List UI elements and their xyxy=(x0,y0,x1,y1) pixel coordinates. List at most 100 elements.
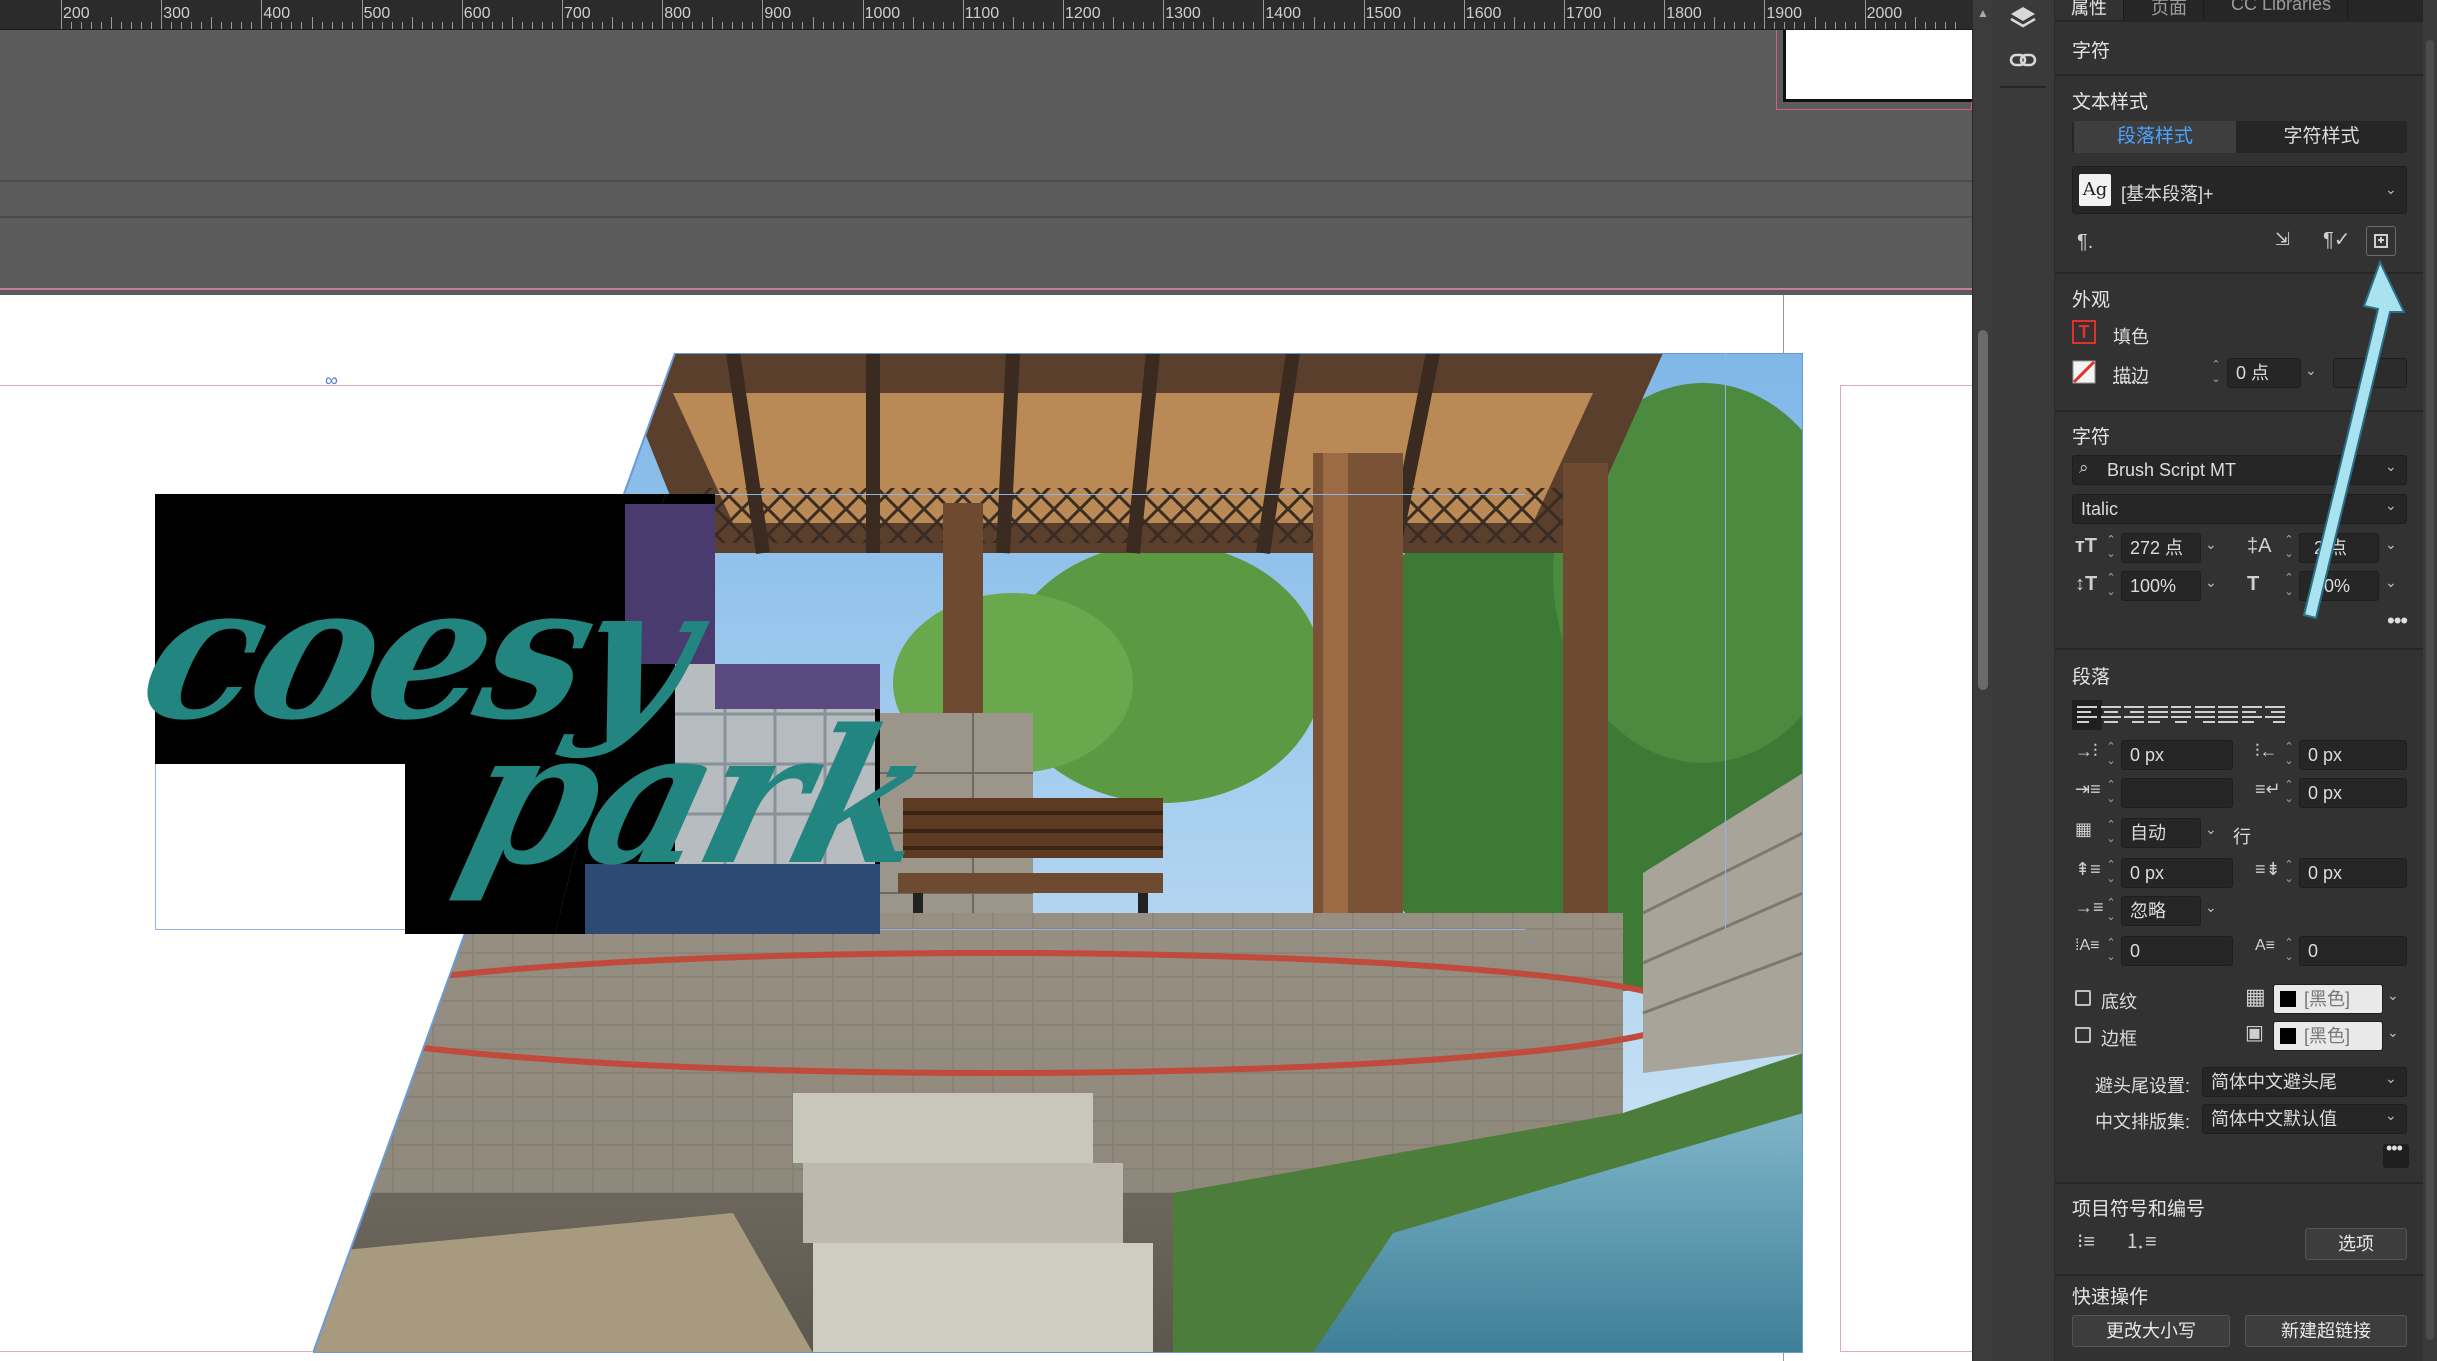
chevron-down-icon[interactable]: ⌄ xyxy=(2205,536,2217,553)
space-before-field[interactable]: 0 px xyxy=(2121,858,2233,888)
character-style-tab[interactable]: 字符样式 xyxy=(2238,121,2405,153)
ruler-minor-tick xyxy=(1754,22,1756,29)
bullets-options-button[interactable]: 选项 xyxy=(2305,1228,2407,1260)
canvas-vertical-scrollbar[interactable]: ▲ xyxy=(1972,0,1992,1361)
scroll-up-arrow-icon[interactable]: ▲ xyxy=(1977,6,1989,20)
vertical-scale-stepper[interactable]: ⌃ ⌄ xyxy=(2103,571,2119,601)
font-size-field[interactable]: 272 点 xyxy=(2121,533,2201,563)
ruler-minor-tick xyxy=(341,22,343,29)
align-away-spine-icon[interactable] xyxy=(2260,700,2290,730)
change-case-button[interactable]: 更改大小写 xyxy=(2072,1315,2230,1347)
shading-checkbox[interactable] xyxy=(2075,990,2091,1006)
redefine-style-icon[interactable]: ¶✓ xyxy=(2323,230,2351,250)
title-text-frame[interactable]: coesy park xyxy=(123,543,948,906)
drop-cap-lines-field[interactable]: 0 xyxy=(2121,936,2233,966)
chevron-down-icon[interactable]: ⌄ xyxy=(2205,821,2217,838)
last-line-indent-field[interactable]: 0 px xyxy=(2299,778,2407,808)
ruler-minor-tick xyxy=(1213,17,1215,29)
align-grid-field[interactable]: 忽略 xyxy=(2121,896,2201,926)
link-icon[interactable]: ∞ xyxy=(325,370,338,391)
mojikumi-field[interactable]: 简体中文默认值 xyxy=(2202,1104,2407,1134)
ruler-minor-tick xyxy=(251,22,253,29)
ruler-tick xyxy=(261,0,263,29)
ruler-minor-tick xyxy=(842,22,844,29)
drop-cap-lines-stepper[interactable]: ⌃ ⌄ xyxy=(2103,936,2119,966)
paragraph-more-button[interactable]: ••• xyxy=(2383,1138,2409,1168)
vertical-scale-field[interactable]: 100% xyxy=(2121,571,2201,601)
first-line-indent-field[interactable] xyxy=(2121,778,2233,808)
align-to-grid-icon: →≡ xyxy=(2075,897,2104,917)
grid-field[interactable]: 自动 xyxy=(2121,818,2201,848)
ruler-tick xyxy=(862,0,864,29)
chevron-down-icon[interactable]: ⌄ xyxy=(2387,987,2399,1004)
border-settings-icon[interactable]: ▣ xyxy=(2245,1023,2264,1043)
ruler-minor-tick xyxy=(1523,22,1525,29)
grid-stepper[interactable]: ⌃ ⌄ xyxy=(2103,818,2119,848)
chevron-down-icon[interactable]: ⌄ xyxy=(2205,899,2217,916)
first-line-indent-stepper[interactable]: ⌃ ⌄ xyxy=(2103,778,2119,808)
right-indent-field[interactable]: 0 px xyxy=(2299,740,2407,770)
font-size-stepper[interactable]: ⌃ ⌄ xyxy=(2103,533,2119,563)
ruler-tick xyxy=(1363,0,1365,29)
space-after-stepper[interactable]: ⌃ ⌄ xyxy=(2281,858,2297,888)
ruler-minor-tick xyxy=(992,22,994,29)
ruler-tick xyxy=(161,0,163,29)
ruler-minor-tick xyxy=(1203,22,1205,29)
ruler-tick xyxy=(61,0,62,29)
tab-properties[interactable]: 属性 xyxy=(2055,0,2124,20)
border-checkbox[interactable] xyxy=(2075,1027,2091,1043)
align-grid-stepper[interactable]: ⌃ ⌄ xyxy=(2103,896,2119,926)
shading-settings-icon[interactable]: ▦ xyxy=(2245,986,2266,1008)
last-line-indent-stepper[interactable]: ⌃ ⌄ xyxy=(2281,778,2297,808)
sync-style-icon[interactable]: ⇲ xyxy=(2275,230,2290,248)
right-indent-stepper[interactable]: ⌃ ⌄ xyxy=(2281,740,2297,770)
paragraph-style-tab[interactable]: 段落样式 xyxy=(2074,121,2236,153)
tab-pages[interactable]: 页面 xyxy=(2135,0,2204,20)
style-dropdown-value: [基本段落]+ xyxy=(2121,184,2214,204)
style-dropdown[interactable]: Ag [基本段落]+ ⌄ xyxy=(2072,166,2407,214)
new-hyperlink-button[interactable]: 新建超链接 xyxy=(2245,1315,2407,1347)
ruler-minor-tick xyxy=(822,22,824,29)
ruler-minor-tick xyxy=(902,22,904,29)
scrollbar-thumb[interactable] xyxy=(1978,330,1988,690)
next-page-margin-top xyxy=(1840,385,1972,386)
space-before-stepper[interactable]: ⌃ ⌄ xyxy=(2103,858,2119,888)
links-icon[interactable] xyxy=(2009,46,2037,74)
drop-cap-chars-stepper[interactable]: ⌃ ⌄ xyxy=(2281,936,2297,966)
ruler-minor-tick xyxy=(1022,22,1024,29)
stroke-label[interactable]: 描边 xyxy=(2113,362,2149,388)
ruler-minor-tick xyxy=(872,22,874,29)
tab-cc-libraries[interactable]: CC Libraries xyxy=(2215,0,2349,20)
chevron-down-icon[interactable]: ⌄ xyxy=(2387,1024,2399,1041)
ruler-minor-tick xyxy=(1253,22,1255,29)
ruler-label: 1800 xyxy=(1666,5,1702,22)
layers-icon[interactable] xyxy=(2009,4,2037,32)
bulleted-list-icon[interactable]: ⁝≡ xyxy=(2077,1232,2095,1252)
ruler-minor-tick xyxy=(932,22,934,29)
left-indent-field[interactable]: 0 px xyxy=(2121,740,2233,770)
ruler-minor-tick xyxy=(81,22,83,29)
paragraph-heading: 段落 xyxy=(2072,667,2111,688)
panel-scrollbar-thumb[interactable] xyxy=(2426,40,2434,1340)
search-icon[interactable]: ⌕ xyxy=(2079,459,2089,476)
panel-scrollbar[interactable] xyxy=(2423,0,2437,1361)
drop-cap-chars-field[interactable]: 0 xyxy=(2299,936,2407,966)
ruler-minor-tick xyxy=(1574,22,1576,29)
fill-swatch-icon[interactable]: T xyxy=(2072,320,2096,344)
left-indent-stepper[interactable]: ⌃ ⌄ xyxy=(2103,740,2119,770)
ruler-minor-tick xyxy=(1113,17,1115,29)
numbered-list-icon[interactable]: ⒈≡ xyxy=(2125,1232,2157,1252)
stroke-weight-stepper[interactable]: ⌃ ⌄ xyxy=(2208,358,2224,388)
chevron-down-icon[interactable]: ⌄ xyxy=(2385,1070,2397,1087)
stroke-swatch-icon[interactable] xyxy=(2072,360,2096,384)
clear-overrides-icon[interactable]: ¶. xyxy=(2077,232,2093,252)
space-after-field[interactable]: 0 px xyxy=(2299,858,2407,888)
chevron-down-icon[interactable]: ⌄ xyxy=(2205,574,2217,591)
ruler-minor-tick xyxy=(1493,22,1495,29)
kinsoku-field[interactable]: 简体中文避头尾 xyxy=(2202,1067,2407,1097)
horizontal-ruler[interactable]: 200 300 400 500 600 700 800 900 1000 1100 1200 1300… xyxy=(0,0,1972,30)
ruler-minor-tick xyxy=(712,17,714,29)
chevron-down-icon[interactable]: ⌄ xyxy=(2385,1107,2397,1124)
pasteboard[interactable]: coesy park ∞ xyxy=(0,30,1972,1361)
ruler-label: 1300 xyxy=(1165,5,1201,22)
